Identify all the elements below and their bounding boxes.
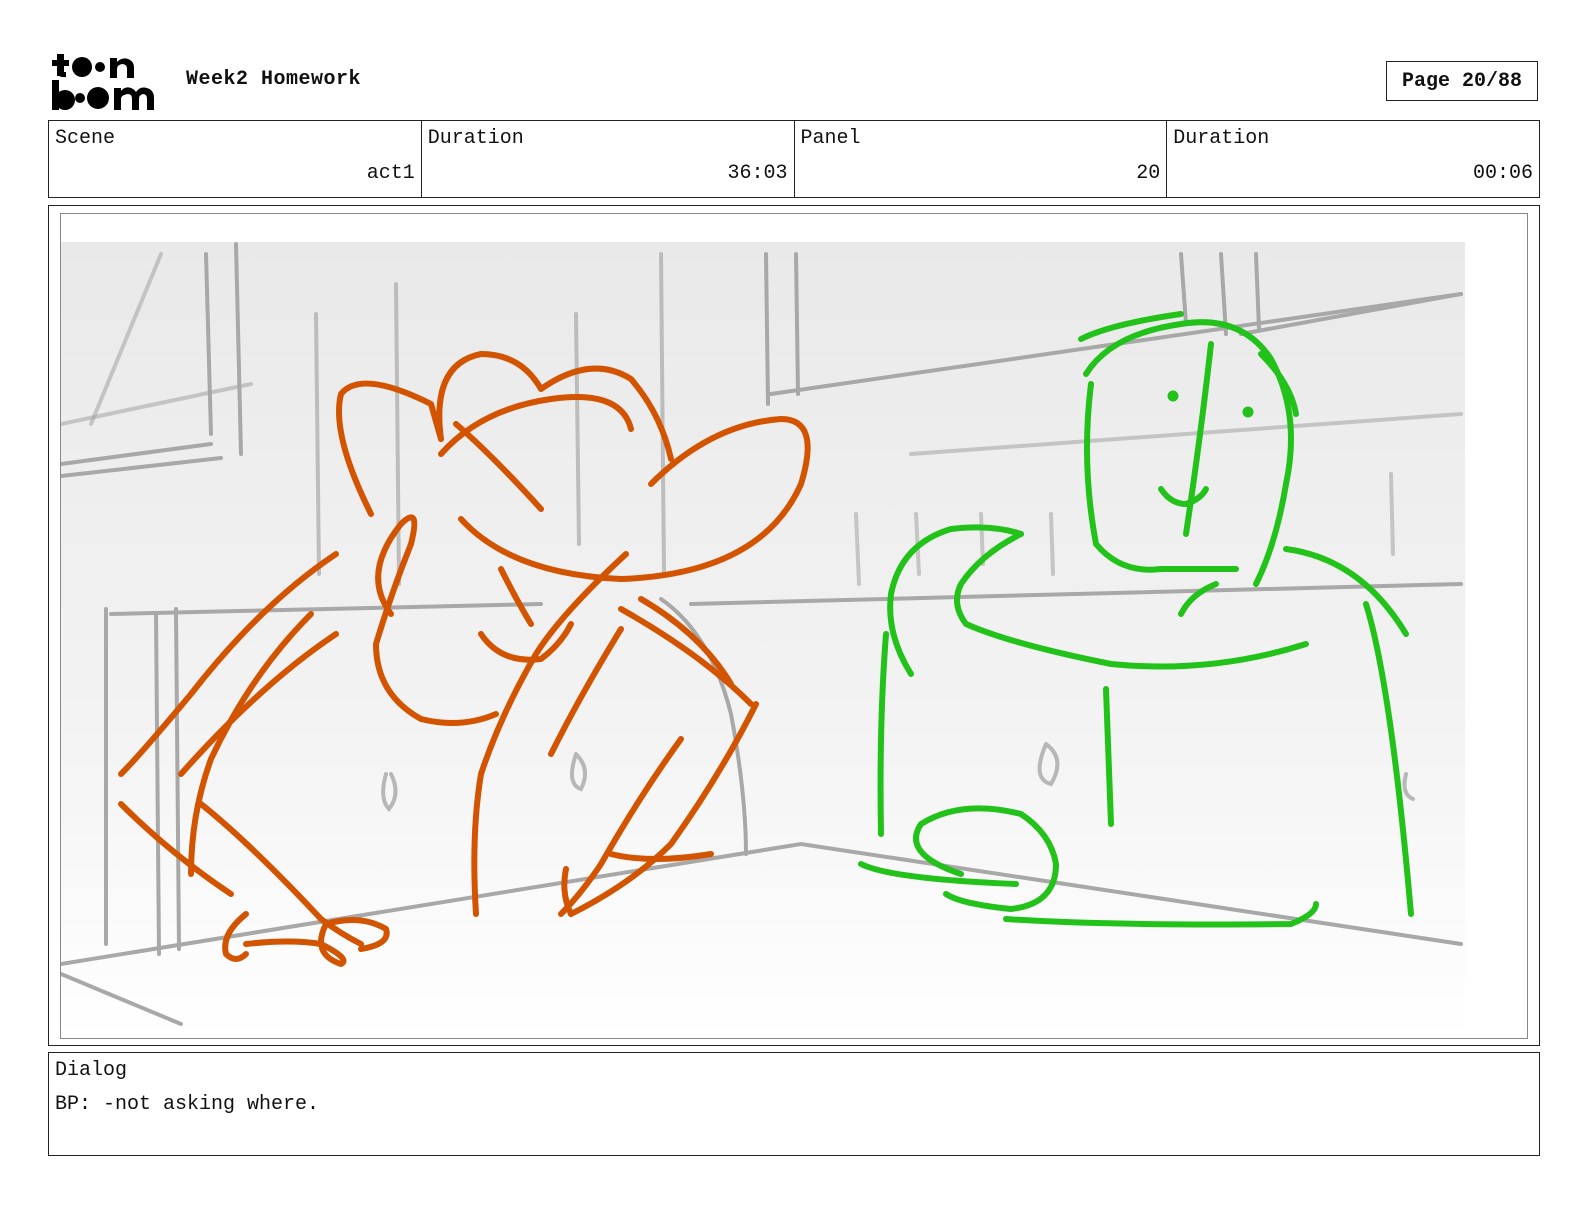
document-title: Week2 Homework [186,68,362,91]
scene-cell: Scene act1 [49,121,422,197]
dialog-text: BP: -not asking where. [55,1093,320,1116]
scene-duration-cell: Duration 36:03 [422,121,795,197]
dialog-box: Dialog BP: -not asking where. [48,1052,1540,1156]
dialog-label: Dialog [55,1059,128,1082]
page-number: Page 20/88 [1386,61,1538,101]
panel-label: Panel [800,127,861,150]
scene-value: act1 [366,162,415,185]
storyboard-panel-image [60,213,1528,1039]
panel-duration-value: 00:06 [1472,162,1533,185]
panel-duration-label: Duration [1173,127,1270,150]
panel-cell: Panel 20 [795,121,1168,197]
panel-value: 20 [1136,162,1161,185]
toon-boom-logo [52,54,154,110]
scene-duration-label: Duration [427,127,524,150]
scene-info-row: Scene act1 Duration 36:03 Panel 20 Durat… [48,120,1540,198]
storyboard-sketch [61,214,1527,1038]
scene-duration-value: 36:03 [727,162,788,185]
sketch-background [61,242,1465,1038]
panel-duration-cell: Duration 00:06 [1167,121,1539,197]
scene-label: Scene [55,127,116,150]
